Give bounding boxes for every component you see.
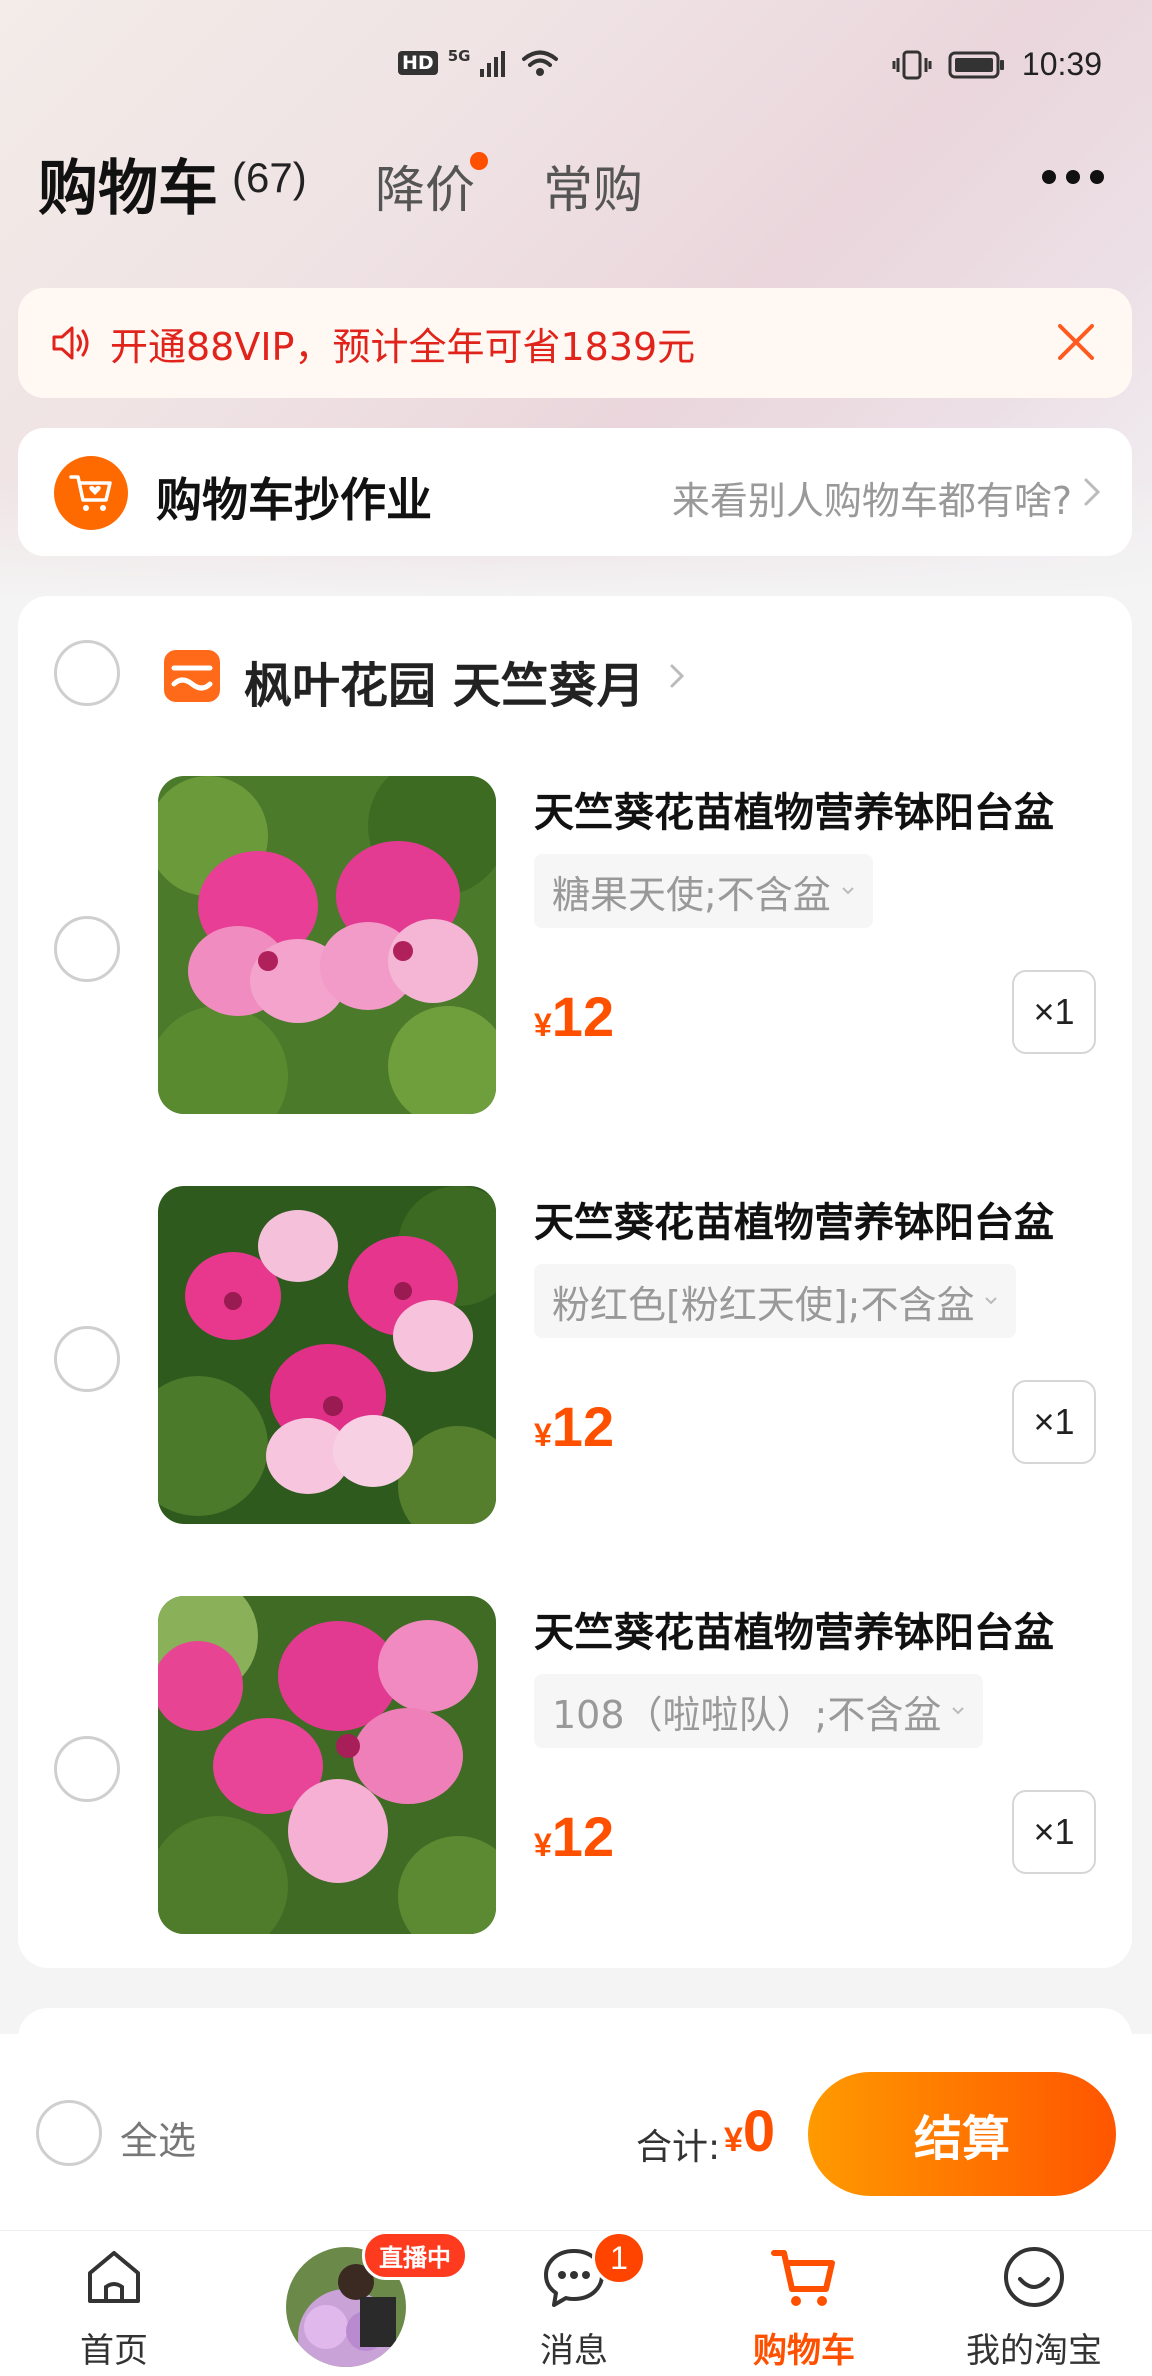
tab-cart-label: 购物车 [753,2331,855,2371]
quantity-stepper[interactable]: ×1 [1012,970,1096,1054]
item-spec-text: 粉红色[粉红天使];不含盆 [552,1282,975,1327]
currency-symbol: ¥ [724,2121,743,2159]
item-spec-text: 108（啦啦队）;不含盆 [552,1692,942,1737]
shop-card: 枫叶花园 天竺葵月 天竺葵花苗植物营养钵阳台盆 糖果天使;不含盆 ¥12 ×1 … [18,596,1132,1968]
quantity-stepper[interactable]: ×1 [1012,1380,1096,1464]
cart-heart-icon [54,456,128,530]
signal-icon [480,51,506,77]
homework-subtitle: 来看别人购物车都有啥? [671,479,1072,523]
product-image[interactable] [158,1186,496,1524]
price-value: 12 [551,985,615,1048]
tab-my-taobao[interactable]: 我的淘宝 [934,2231,1134,2376]
tab-frequent[interactable]: 常购 [543,150,643,222]
quantity-stepper[interactable]: ×1 [1012,1790,1096,1874]
tab-price-drop[interactable]: 降价 [375,150,475,222]
cart-homework-card[interactable]: 购物车抄作业 来看别人购物车都有啥? [18,428,1132,556]
smile-icon [1004,2247,1064,2307]
total-label: 合计: [636,2127,721,2168]
checkout-bar: 全选 合计: ¥0 结算 [0,2034,1152,2230]
clock: 10:39 [1021,46,1102,82]
chevron-down-icon [952,1707,965,1715]
vip-banner[interactable]: 开通88VIP，预计全年可省1839元 [18,288,1132,398]
cart-item: 天竺葵花苗植物营养钵阳台盆 粉红色[粉红天使];不含盆 ¥12 ×1 [18,1186,1132,1526]
currency-symbol: ¥ [534,1007,552,1043]
more-dot [1090,170,1104,184]
hd-indicator: HD [398,51,438,75]
more-dot [1042,170,1056,184]
chevron-down-icon [985,1297,998,1305]
battery-icon [948,51,1004,78]
speaker-icon [52,326,89,360]
total-amount: ¥0 [724,2098,775,2165]
home-icon [88,2251,140,2303]
live-badge: 直播中 [362,2231,468,2280]
homework-title: 购物车抄作业 [156,473,432,527]
tab-cart[interactable]: 购物车 [704,2231,904,2376]
product-image[interactable] [158,776,496,1114]
product-image[interactable] [158,1596,496,1934]
page-title: 购物车 [38,154,218,224]
item-title[interactable]: 天竺葵花苗植物营养钵阳台盆 [534,780,1054,838]
item-price: ¥12 [534,1804,614,1869]
price-value: 12 [551,1805,615,1868]
chevron-right-icon [1084,478,1101,506]
tab-my-taobao-label: 我的淘宝 [966,2331,1102,2371]
tab-messages-label: 消息 [540,2331,608,2371]
tab-home-label: 首页 [80,2331,148,2371]
shop-icon [164,650,220,702]
vibrate-icon [892,50,932,79]
status-left: HD 5G [398,47,560,78]
wifi-icon [522,50,559,76]
shop-name[interactable]: 枫叶花园 天竺葵月 [244,646,645,716]
bottom-tab-bar: 首页 直播中 1 消息 购物车 我的淘宝 [0,2230,1152,2376]
cart-item: 天竺葵花苗植物营养钵阳台盆 108（啦啦队）;不含盆 ¥12 ×1 [18,1596,1132,1936]
item-spec-selector[interactable]: 108（啦啦队）;不含盆 [534,1674,984,1748]
currency-symbol: ¥ [534,1417,552,1453]
network-type: 5G [447,47,471,65]
item-spec-selector[interactable]: 粉红色[粉红天使];不含盆 [534,1264,1017,1338]
item-title[interactable]: 天竺葵花苗植物营养钵阳台盆 [534,1190,1054,1248]
item-select-radio[interactable] [54,1736,120,1802]
shop-select-radio[interactable] [54,640,120,706]
currency-symbol: ¥ [534,1827,552,1863]
vip-banner-text: 开通88VIP，预计全年可省1839元 [110,324,696,369]
page-header: 购物车 (67) 降价 常购 [0,140,1152,224]
tab-messages[interactable]: 1 消息 [474,2231,674,2376]
close-icon[interactable] [1050,316,1102,368]
item-price: ¥12 [534,1394,614,1459]
item-title[interactable]: 天竺葵花苗植物营养钵阳台盆 [534,1600,1054,1658]
chevron-right-icon [670,664,685,688]
status-right: 10:39 [892,46,1102,83]
message-count-badge: 1 [592,2231,646,2285]
price-value: 12 [551,1395,615,1458]
cart-item: 天竺葵花苗植物营养钵阳台盆 糖果天使;不含盆 ¥12 ×1 [18,776,1132,1116]
total-value: 0 [742,2099,776,2164]
cart-count: (67) [232,154,307,201]
item-select-radio[interactable] [54,916,120,982]
more-dot [1066,170,1080,184]
item-select-radio[interactable] [54,1326,120,1392]
chevron-down-icon [842,887,854,895]
more-button[interactable] [1042,170,1104,184]
tab-home[interactable]: 首页 [14,2231,214,2376]
checkout-button[interactable]: 结算 [808,2072,1116,2196]
select-all-radio[interactable] [36,2100,102,2166]
select-all-label[interactable]: 全选 [120,2110,196,2165]
item-price: ¥12 [534,984,614,1049]
item-spec-text: 糖果天使;不含盆 [552,872,831,917]
cart-icon [771,2250,835,2306]
tab-notification-dot [470,152,488,170]
status-bar: HD 5G 10:39 [0,0,1152,130]
item-spec-selector[interactable]: 糖果天使;不含盆 [534,854,873,928]
